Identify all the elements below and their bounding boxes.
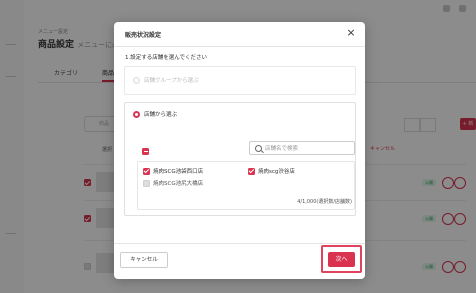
store-checkbox[interactable] [248, 167, 255, 175]
select-all-checkbox[interactable] [142, 148, 149, 155]
radio-store[interactable] [133, 111, 140, 118]
modal-title: 販売状況設定 [125, 32, 162, 39]
store-name: 焼肉SCG池尻大橋店 [153, 181, 204, 187]
store-name: 焼肉scg渋谷店 [258, 169, 295, 175]
close-icon[interactable]: × [346, 27, 356, 38]
store-name: 焼肉SCG池袋西口店 [153, 169, 204, 175]
list-item[interactable]: 焼肉SCG池袋西口店 [143, 167, 203, 175]
option-store-group[interactable]: 店舗グループから選ぶ [124, 66, 356, 95]
option-store-label: 店舗から選ぶ [144, 112, 178, 118]
next-button-highlight: 次へ [321, 245, 362, 273]
store-checkbox[interactable] [143, 179, 150, 187]
store-search-input[interactable] [263, 142, 355, 156]
store-question: 1.設定する店舗を選んでください [125, 55, 207, 61]
radio-store-group[interactable] [133, 77, 140, 84]
selection-count: 4/1,000(選択数/店舗数) [297, 199, 352, 205]
store-search-field[interactable] [249, 141, 355, 156]
search-icon [255, 145, 262, 152]
cancel-button[interactable]: キャンセル [120, 252, 168, 268]
next-button[interactable]: 次へ [328, 252, 355, 267]
store-checkbox[interactable] [143, 167, 150, 175]
list-item[interactable]: 焼肉SCG池尻大橋店 [143, 179, 203, 187]
option-store-group-label: 店舗グループから選ぶ [144, 78, 199, 84]
list-item[interactable]: 焼肉scg渋谷店 [248, 167, 295, 175]
sales-status-modal: 販売状況設定 × 1.設定する店舗を選んでください 店舗グループから選ぶ 店舗か… [114, 22, 365, 279]
divider [114, 46, 365, 47]
divider [114, 243, 365, 244]
